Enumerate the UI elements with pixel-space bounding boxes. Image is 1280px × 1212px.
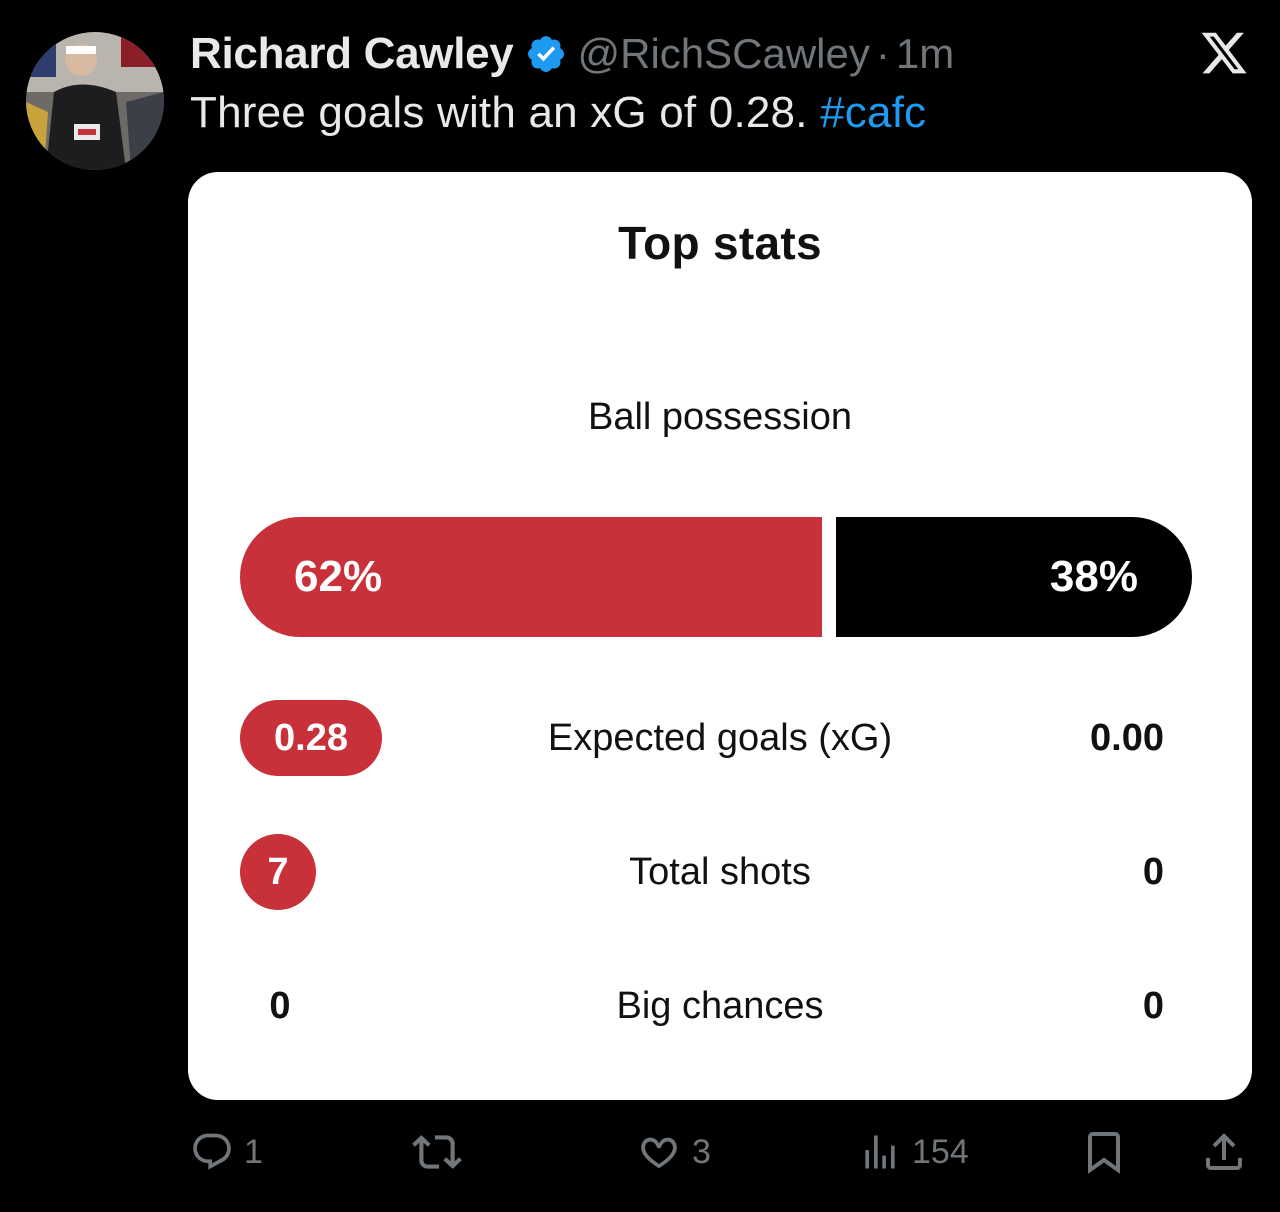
- stat-label: Total shots: [629, 851, 811, 893]
- bookmark-icon: [1088, 1132, 1120, 1174]
- like-count: 3: [692, 1132, 711, 1171]
- possession-away-value: 38%: [1049, 552, 1138, 601]
- stat-away-value: 0: [1142, 985, 1164, 1027]
- possession-home-value: 62%: [294, 552, 383, 601]
- possession-bar-divider: [822, 517, 836, 637]
- share-button[interactable]: [1200, 1122, 1248, 1182]
- separator-dot: ·: [875, 30, 890, 77]
- heart-icon: [641, 1137, 677, 1169]
- stat-label: Big chances: [616, 985, 824, 1027]
- reply-button[interactable]: 1: [190, 1122, 263, 1182]
- stats-card-image[interactable]: Top stats Ball possession 62% 38% 0.28 E…: [188, 172, 1252, 1100]
- like-button[interactable]: 3: [636, 1122, 711, 1182]
- stat-row-xg: 0.28 Expected goals (xG) 0.00: [188, 698, 1252, 778]
- stat-away-value: 0.00: [1090, 717, 1164, 759]
- retweet-button[interactable]: [412, 1122, 462, 1182]
- stat-away-value: 0: [1142, 851, 1164, 893]
- possession-bar: 62% 38%: [240, 517, 1192, 637]
- verified-badge-icon: [525, 33, 567, 75]
- share-icon: [1206, 1133, 1242, 1170]
- stat-row-big-chances: 0 Big chances 0: [188, 966, 1252, 1046]
- views-count: 154: [912, 1132, 969, 1171]
- tweet-header: Richard Cawley @RichSCawley · 1m: [190, 28, 954, 80]
- action-bar: 1 3 154: [0, 1122, 1280, 1182]
- hashtag-link[interactable]: #cafc: [820, 88, 926, 137]
- x-logo-icon: [1198, 28, 1250, 78]
- tweet-text: Three goals with an xG of 0.28. #cafc: [190, 88, 926, 138]
- possession-label: Ball possession: [587, 396, 853, 438]
- timestamp[interactable]: 1m: [896, 30, 954, 78]
- possession-home-segment: 62%: [240, 517, 822, 637]
- retweet-icon: [412, 1135, 462, 1169]
- reply-count: 1: [244, 1132, 263, 1171]
- reply-icon: [193, 1133, 231, 1170]
- author-handle[interactable]: @RichSCawley: [577, 30, 869, 78]
- stat-row-total-shots: 7 Total shots 0: [188, 832, 1252, 912]
- views-button[interactable]: 154: [858, 1122, 969, 1182]
- card-title: Top stats: [618, 217, 822, 269]
- possession-away-segment: 38%: [836, 517, 1192, 637]
- bookmark-button[interactable]: [1080, 1122, 1128, 1182]
- tweet-body: Three goals with an xG of 0.28.: [190, 88, 808, 137]
- author-name[interactable]: Richard Cawley: [190, 29, 514, 79]
- views-icon: [865, 1135, 895, 1169]
- tweet: Richard Cawley @RichSCawley · 1m Three g…: [0, 0, 1280, 1212]
- avatar[interactable]: [26, 32, 164, 170]
